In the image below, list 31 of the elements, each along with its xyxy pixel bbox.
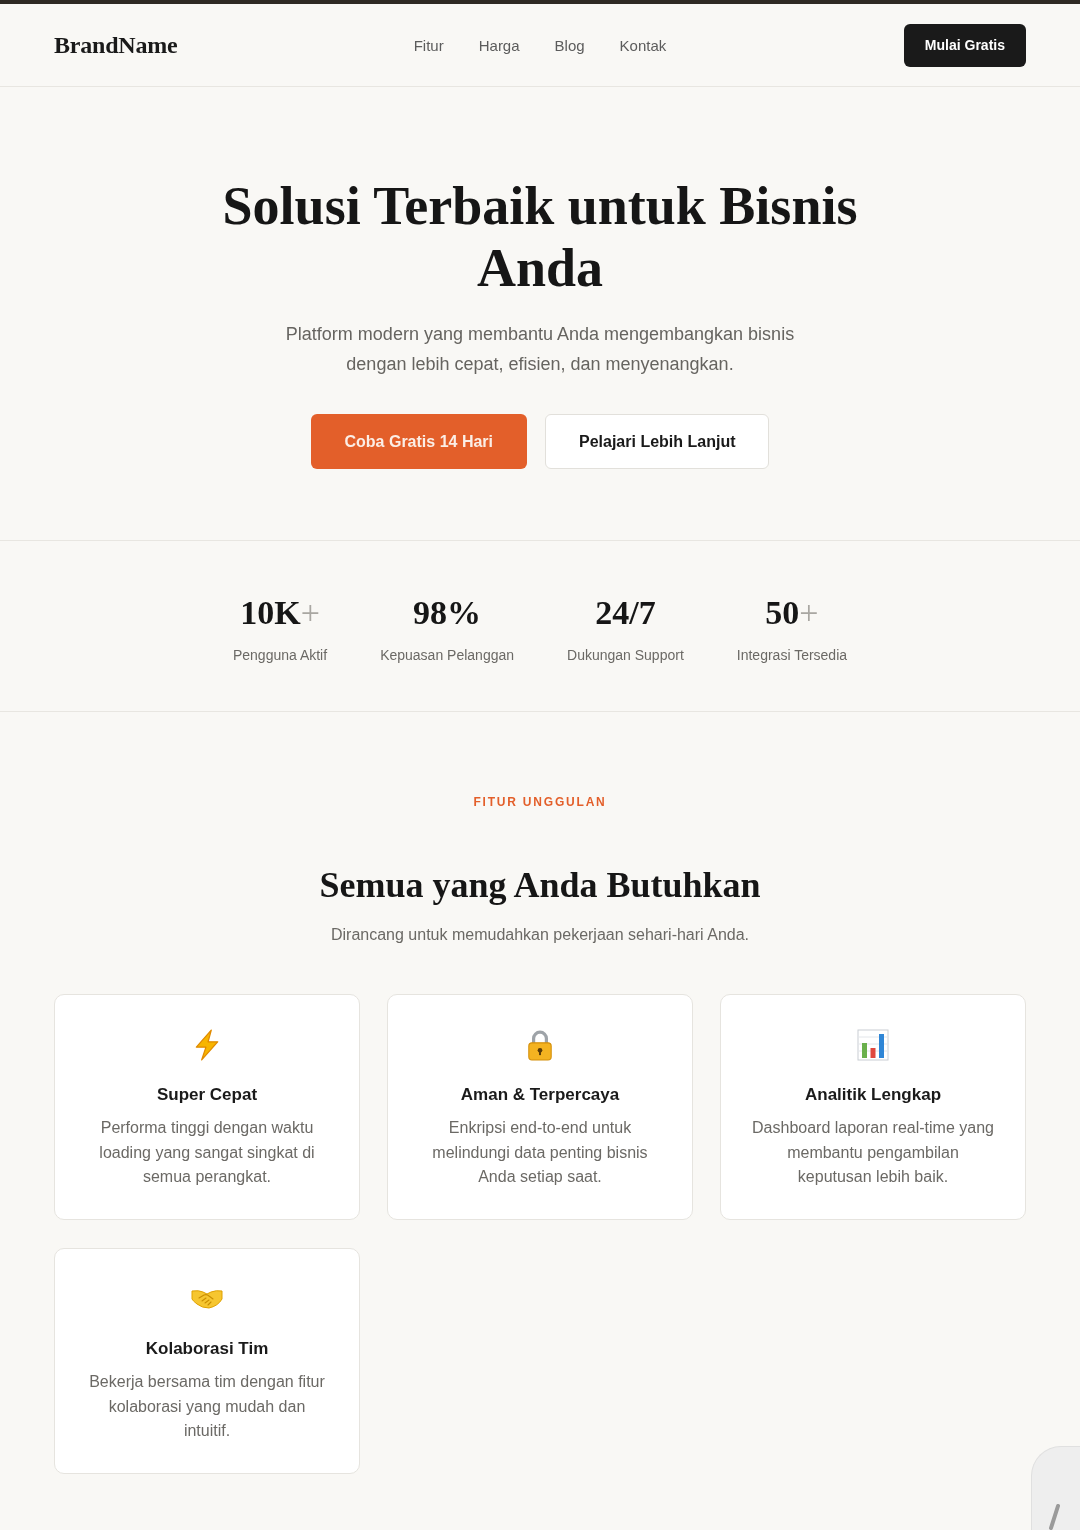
section-subtitle: Dirancang untuk memudahkan pekerjaan sehari-hari Anda. [331,925,749,945]
nav-link[interactable]: Harga [478,36,520,54]
stat-value: 50+ [765,593,819,633]
hero-subtitle: Platform modern yang membantu Anda mengembangkan bisnis dengan lebih cepat, efisien, dan menyenangkan. [284,323,796,376]
hero-title: Solusi Terbaik untuk Bisnis Anda [221,175,859,299]
learn-more-button[interactable]: Pelajari Lebih Lanjut [545,414,770,469]
floating-button[interactable] [1031,1446,1080,1530]
section-title: Semua yang Anda Butuhkan [319,864,761,907]
stat-label: Dukungan Support [567,646,684,665]
card-description: Dashboard laporan real-time yang membantu pengambilan keputusan lebih baik. [751,1118,995,1187]
stat-label: Pengguna Aktif [232,646,328,665]
card-title: Kolaborasi Tim [145,1338,269,1360]
stat-value: 98% [413,593,482,633]
section-eyebrow: FITUR UNGGULAN [473,794,607,810]
card-title: Super Cepat [156,1084,258,1106]
slash-icon [1048,1504,1060,1530]
nav-link[interactable]: Blog [554,36,585,54]
card-title: Aman & Terpercaya [460,1084,620,1106]
card-description: Enkripsi end-to-end untuk melindungi data penting bisnis Anda setiap saat. [431,1118,649,1187]
stat-value: 24/7 [595,593,656,633]
brand-logo[interactable]: BrandName [54,31,178,59]
stat-value: 10K+ [240,593,320,633]
bar-chart-icon [857,1029,889,1061]
nav-link[interactable]: Fitur [413,36,444,54]
card-description: Bekerja bersama tim dengan fitur kolaborasi yang mudah dan intuitif. [88,1372,326,1441]
stat-label: Integrasi Tersedia [736,646,848,665]
card-title: Analitik Lengkap [805,1084,941,1106]
stat-label: Kepuasan Pelanggan [380,646,515,665]
card-description: Performa tinggi dengan waktu loading yang sangat singkat di semua perangkat. [98,1118,316,1187]
nav-link[interactable]: Kontak [619,36,667,54]
signup-button[interactable]: Mulai Gratis [903,23,1026,67]
